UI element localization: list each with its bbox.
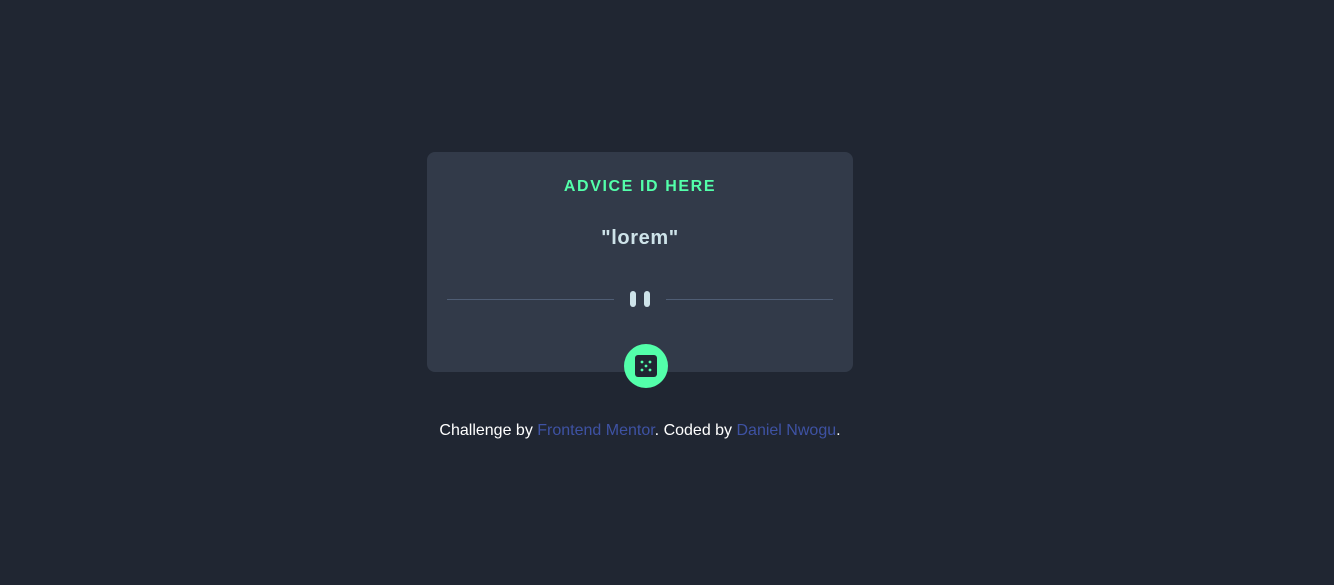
divider — [447, 291, 833, 309]
pause-divider-icon — [630, 291, 650, 307]
frontend-mentor-link[interactable]: Frontend Mentor — [537, 422, 654, 439]
attribution-prefix: Challenge by — [439, 422, 538, 439]
advice-quote: "lorem" — [601, 227, 679, 249]
advice-id: ADVICE ID HERE — [563, 178, 717, 195]
attribution-suffix: . — [836, 422, 841, 439]
attribution: Challenge by Frontend Mentor. Coded by D… — [0, 422, 1280, 440]
advice-card: ADVICE ID HERE "lorem" — [427, 152, 853, 388]
divider-line-left — [447, 299, 614, 300]
divider-line-right — [666, 299, 833, 300]
dice-icon — [635, 355, 657, 377]
new-advice-button[interactable] — [624, 344, 668, 388]
attribution-middle: . Coded by — [654, 422, 737, 439]
author-link[interactable]: Daniel Nwogu — [737, 422, 837, 439]
